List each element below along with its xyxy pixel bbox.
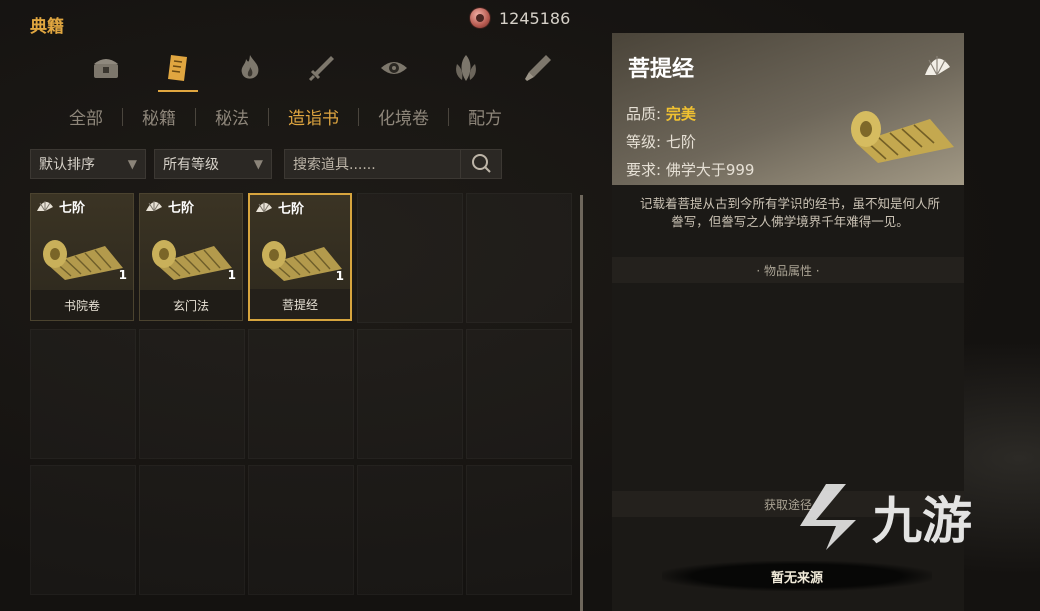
category-brush[interactable] [502,46,574,90]
fan-icon [37,201,53,212]
category-book[interactable] [142,46,214,92]
item-name: 书院卷 [31,290,133,320]
quality-value: 完美 [665,105,696,123]
brush-icon [525,55,551,81]
chevron-down-icon: ▼ [253,157,263,171]
category-eye[interactable] [358,46,430,90]
currency-display: 1245186 [470,8,570,28]
category-sword[interactable] [286,46,358,90]
bamboo-scroll-icon [262,241,342,281]
tab-realm-scrolls[interactable]: 化境卷 [359,104,448,129]
level-row: 等级: 七阶 [626,131,696,152]
item-header: 七阶 [31,194,133,218]
search-button[interactable] [460,150,501,178]
bamboo-scroll-image [851,111,954,163]
category-icon-bar [70,46,574,92]
grid-scrollbar[interactable] [580,195,583,611]
nine-game-logo-icon [800,484,856,550]
empty-slot [357,193,463,323]
item-card[interactable]: 七阶 1 玄门法 [139,193,243,321]
page-title: 典籍 [30,17,64,37]
item-header: 七阶 [250,195,350,219]
category-leaf[interactable] [430,46,502,90]
quality-row: 品质: 完美 [626,103,696,124]
item-tier: 七阶 [59,200,86,216]
sort-dropdown-label: 默认排序 [39,157,95,173]
tab-bar: 全部 秘籍 秘法 造诣书 化境卷 配方 [50,104,521,129]
requirement-value: 佛学大于999 [665,161,755,179]
grade-dropdown[interactable]: 所有等级 ▼ [154,149,272,179]
fan-icon [925,56,950,76]
category-chest[interactable] [70,46,142,90]
search-input[interactable]: 搜索道具...... [285,154,460,174]
item-quantity: 1 [118,268,127,282]
empty-slot [139,465,245,595]
bamboo-scroll-icon [152,240,232,280]
item-card-selected[interactable]: 七阶 1 菩提经 [248,193,352,321]
empty-slot [357,329,463,459]
empty-slot [357,465,463,595]
tab-secret-arts[interactable]: 秘法 [196,104,268,129]
eye-icon [381,62,407,74]
item-tier: 七阶 [168,200,195,216]
coin-icon [470,8,490,28]
item-description: 记载着菩提从古到今所有学识的经书，虽不知是何人所誊写，但誊写之人佛学境界千年难得… [639,196,940,229]
level-value: 七阶 [665,133,696,151]
empty-slot [466,329,572,459]
fan-icon [146,201,162,212]
empty-slot [139,329,245,459]
flame-icon [241,55,259,79]
source-value: 暂无来源 [662,561,932,591]
category-flame[interactable] [214,46,286,90]
tab-skill-books[interactable]: 造诣书 [269,104,358,129]
item-tier: 七阶 [278,201,305,217]
empty-slot [466,465,572,595]
watermark-text: 九游 [872,492,972,550]
empty-slot [30,465,136,595]
bamboo-scroll-icon [43,240,123,280]
fan-icon [256,202,272,213]
quality-label: 品质: [626,105,662,123]
detail-title: 菩提经 [628,57,695,82]
chevron-down-icon: ▼ [127,157,137,171]
tab-all[interactable]: 全部 [50,104,122,129]
requirement-label: 要求: [626,161,662,179]
item-header: 七阶 [140,194,242,218]
leaf-icon [456,55,476,81]
requirement-row: 要求: 佛学大于999 [626,159,754,180]
tab-recipes[interactable]: 配方 [449,104,521,129]
item-grid: 七阶 1 书院卷 七阶 1 玄门法 七阶 1 菩提经 [30,193,576,611]
currency-value: 1245186 [499,8,571,28]
item-name: 菩提经 [250,289,350,319]
item-quantity: 1 [335,269,344,283]
sword-icon [308,56,334,82]
chest-icon [94,59,118,78]
empty-slot [30,329,136,459]
sort-dropdown[interactable]: 默认排序 ▼ [30,149,146,179]
item-card[interactable]: 七阶 1 书院卷 [30,193,134,321]
item-quantity: 1 [227,268,236,282]
empty-slot [248,465,354,595]
level-label: 等级: [626,133,662,151]
search-box: 搜索道具...... [284,149,502,179]
attributes-section-header: · 物品属性 · [612,257,964,283]
watermark: 九游 [786,480,972,554]
book-icon [168,55,187,81]
detail-header: 菩提经 品质: 完美 等级: 七阶 要求: 佛学大于999 [612,33,964,185]
tab-secret-books[interactable]: 秘籍 [123,104,195,129]
empty-slot [248,329,354,459]
empty-slot [466,193,572,323]
item-name: 玄门法 [140,290,242,320]
search-icon [472,154,491,173]
grade-dropdown-label: 所有等级 [163,157,219,173]
